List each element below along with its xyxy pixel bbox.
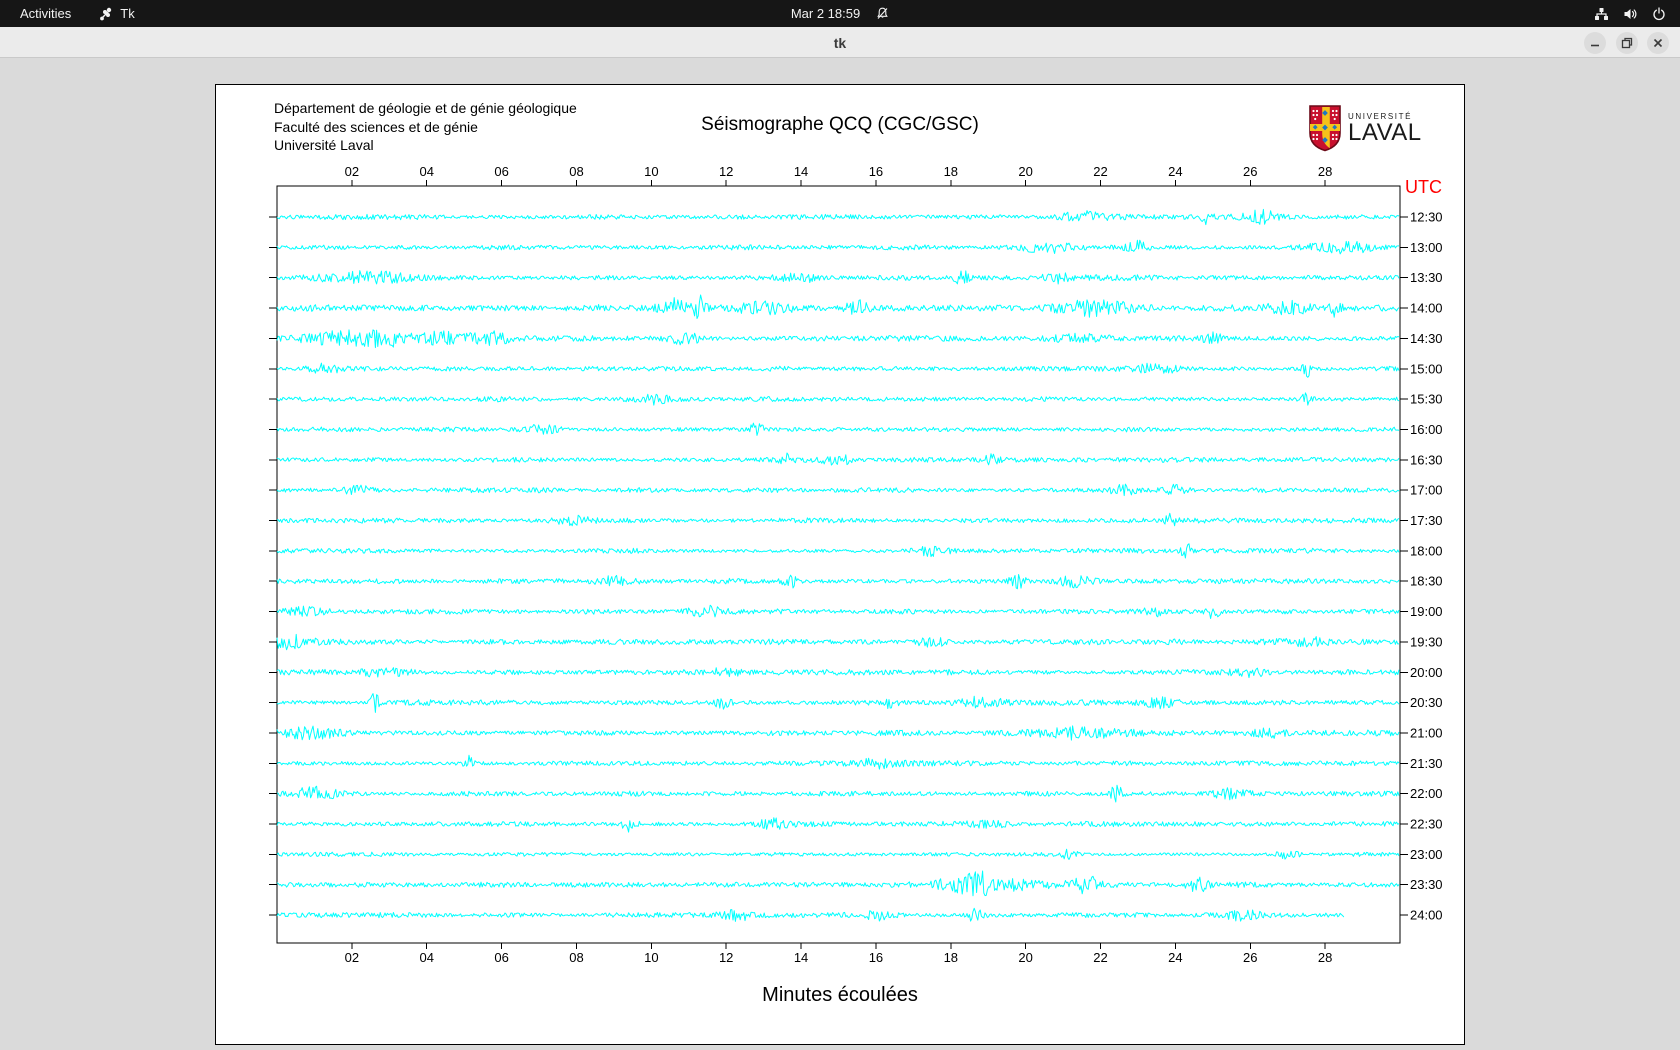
trace-time-label: 23:00 [1410,847,1443,862]
seismogram-trace [276,848,1400,860]
x-tick-label-bottom: 16 [869,950,883,965]
trace-time-label: 18:00 [1410,543,1443,558]
x-tick-label-top: 26 [1243,164,1257,179]
seismogram-trace [276,604,1400,619]
window-titlebar[interactable]: tk [0,27,1680,58]
seismogram-trace [276,633,1400,651]
seismogram-trace [276,725,1400,741]
x-tick-label-top: 22 [1093,164,1107,179]
seismogram-trace [276,574,1400,590]
focused-app-label: Tk [120,6,135,21]
x-tick-label-bottom: 08 [569,950,583,965]
maximize-button[interactable] [1616,32,1638,54]
x-tick-label-bottom: 26 [1243,950,1257,965]
seismogram-trace [276,294,1400,319]
volume-icon [1623,7,1638,21]
trace-time-label: 22:00 [1410,786,1443,801]
x-tick-label-bottom: 10 [644,950,658,965]
notifications-muted-icon [876,7,889,20]
seismogram-trace [276,483,1400,497]
seismogram-trace [276,392,1400,406]
trace-time-label: 23:30 [1410,877,1443,892]
seismograph-canvas: Département de géologie et de génie géol… [215,84,1465,1045]
seismogram-trace [276,329,1400,349]
trace-time-label: 19:30 [1410,634,1443,649]
x-tick-label-bottom: 18 [944,950,958,965]
trace-time-label: 15:00 [1410,361,1443,376]
x-tick-label-top: 18 [944,164,958,179]
power-icon [1652,6,1666,21]
x-tick-label-top: 12 [719,164,733,179]
x-tick-label-top: 24 [1168,164,1182,179]
x-tick-label-top: 06 [494,164,508,179]
trace-time-label: 20:00 [1410,665,1443,680]
helicorder-plot: 02 02 04 04 06 06 08 08 10 10 12 12 14 14 16 16 18 18 20 20… [269,164,1443,965]
trace-time-label: 13:00 [1410,240,1443,255]
trace-time-label: 14:00 [1410,301,1443,316]
seismogram-trace [276,208,1400,226]
x-tick-label-top: 08 [569,164,583,179]
wired-network-icon [1594,7,1609,21]
minimize-button[interactable] [1584,32,1606,54]
trace-time-label: 15:30 [1410,392,1443,407]
trace-time-label: 22:30 [1410,817,1443,832]
x-axis-title: Minutes écoulées [762,984,918,1006]
x-tick-label-bottom: 04 [419,950,433,965]
trace-time-label: 21:30 [1410,756,1443,771]
x-tick-label-top: 28 [1318,164,1332,179]
x-tick-label-top: 20 [1018,164,1032,179]
activities-button[interactable]: Activities [20,6,71,21]
x-tick-label-bottom: 06 [494,950,508,965]
plot-border [276,185,1401,944]
seismogram-trace [276,270,1400,285]
x-tick-label-bottom: 02 [345,950,359,965]
seismogram-trace [276,362,1400,378]
clock[interactable]: Mar 2 18:59 [791,6,860,21]
window-title: tk [833,34,847,51]
seismogram-trace [276,817,1400,833]
x-tick-label-top: 04 [419,164,433,179]
seismogram-trace [276,667,1400,679]
x-tick-label-bottom: 24 [1168,950,1182,965]
trace-time-label: 21:00 [1410,725,1443,740]
trace-time-label: 13:30 [1410,270,1443,285]
trace-time-label: 17:30 [1410,513,1443,528]
seismogram-trace [276,754,1400,770]
trace-time-label: 14:30 [1410,331,1443,346]
trace-time-label: 12:30 [1410,210,1443,225]
x-tick-label-top: 16 [869,164,883,179]
focused-app-menu[interactable]: Tk [99,6,135,21]
x-tick-label-top: 14 [794,164,808,179]
trace-time-label: 16:30 [1410,452,1443,467]
seismogram-trace [276,693,1400,713]
x-tick-label-bottom: 12 [719,950,733,965]
seismogram-trace [276,452,1400,466]
x-tick-label-bottom: 22 [1093,950,1107,965]
trace-time-label: 16:00 [1410,422,1443,437]
seismogram-trace [276,784,1400,803]
x-tick-label-top: 10 [644,164,658,179]
x-tick-label-bottom: 20 [1018,950,1032,965]
seismogram-trace [276,543,1400,559]
trace-time-label: 20:30 [1410,695,1443,710]
trace-time-label: 17:00 [1410,483,1443,498]
x-tick-label-bottom: 14 [794,950,808,965]
trace-time-label: 24:00 [1410,908,1443,923]
seismogram-trace [276,870,1400,897]
seismogram-trace [276,512,1400,527]
trace-time-label: 18:30 [1410,574,1443,589]
gnome-top-bar: Activities Tk Mar 2 18:59 [0,0,1680,27]
system-status-area[interactable] [1594,0,1680,27]
x-tick-label-bottom: 28 [1318,950,1332,965]
close-button[interactable] [1647,32,1669,54]
seismogram-trace [276,907,1345,922]
tk-app-icon [99,7,113,21]
trace-time-label: 19:00 [1410,604,1443,619]
app-workspace: Département de géologie et de génie géol… [0,58,1680,1050]
seismogram-trace [276,239,1399,255]
seismogram-trace [276,422,1400,436]
x-tick-label-top: 02 [345,164,359,179]
